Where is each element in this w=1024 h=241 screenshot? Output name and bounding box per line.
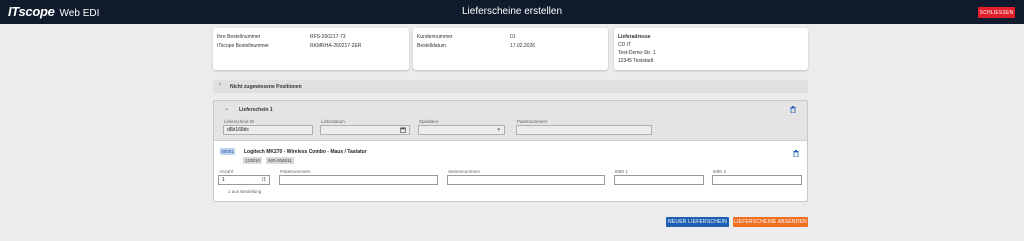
order-date-value: 17.02.2026 — [510, 43, 536, 49]
delivery-id-input[interactable]: d6b168dc — [223, 125, 313, 135]
carrier-select[interactable]: ▾ — [418, 125, 505, 135]
position-number-badge: 00001 — [220, 148, 235, 155]
serial-numbers-label: Seriennummern — [448, 169, 481, 174]
order-date-label: Bestelldatum — [417, 43, 446, 49]
imei1-label: IMEI 1 — [615, 169, 629, 174]
delivery-date-input[interactable] — [320, 125, 410, 135]
product-chip: 920-004511 — [266, 157, 294, 164]
chevron-down-icon[interactable]: ⌄ — [224, 105, 229, 112]
address-heading: Lieferadresse — [618, 34, 651, 40]
send-delivery-notes-button[interactable]: LIEFERSCHEINE ABSENDEN — [733, 217, 808, 227]
chevron-right-icon: › — [219, 82, 221, 88]
quantity-label: Anzahl — [219, 169, 233, 174]
quantity-value: 1 — [222, 177, 225, 183]
customer-number-label: Kundennummer — [417, 34, 453, 40]
trash-icon[interactable] — [790, 106, 796, 113]
quantity-input[interactable]: 1 /1 — [218, 175, 270, 185]
itscope-order-number-label: ITscope Bestellnummer — [217, 43, 269, 49]
new-delivery-note-button[interactable]: NEUER LIEFERSCHEIN — [666, 217, 729, 227]
order-number-value: RFS-260217-73 — [310, 34, 346, 40]
delivery-date-label: Lieferdatum — [321, 119, 345, 124]
imei2-input[interactable] — [712, 175, 802, 185]
address-line: 12345 Teststadt — [618, 58, 654, 64]
delivery-id-label: Lieferschein-ID — [224, 119, 255, 124]
delivery-note-header: ⌄ Lieferschein 1 Lieferschein-ID d6b168d… — [214, 101, 807, 141]
package-numbers-label: Paketnummern — [517, 119, 548, 124]
customer-number-value: 01 — [510, 34, 516, 40]
page-title: Lieferscheine erstellen — [461, 6, 563, 17]
chevron-down-icon: ▾ — [497, 127, 500, 133]
trash-icon[interactable] — [793, 150, 799, 157]
order-info-card: Ihre Bestellnummer RFS-260217-73 ITscope… — [213, 28, 409, 70]
unassigned-positions-label: Nicht zugewiesene Positionen — [230, 84, 302, 90]
unassigned-positions-toggle[interactable]: › Nicht zugewiesene Positionen — [213, 80, 808, 93]
address-line: Test-Demo-Str. 1 — [618, 50, 656, 56]
package-numbers-input[interactable] — [516, 125, 652, 135]
carrier-label: Spediteur — [419, 119, 439, 124]
address-line: CD IT — [618, 42, 632, 48]
close-button[interactable]: SCHLIESSEN — [978, 7, 1015, 18]
itscope-order-number-value: RKMRHA-260217-2ER — [310, 43, 362, 49]
position-package-numbers-label: Paketnummern — [280, 169, 311, 174]
product-chip: 123010 — [243, 157, 263, 164]
quantity-hint: 1 aus Bestellung — [228, 189, 262, 194]
order-number-label: Ihre Bestellnummer — [217, 34, 261, 40]
calendar-icon[interactable] — [400, 127, 406, 136]
delivery-note-title: Lieferschein 1 — [239, 107, 273, 113]
customer-info-card: Kundennummer 01 Bestelldatum 17.02.2026 — [413, 28, 608, 70]
imei1-input[interactable] — [614, 175, 704, 185]
imei2-label: IMEI 2 — [713, 169, 727, 174]
quantity-max: /1 — [261, 177, 266, 183]
position-package-numbers-input[interactable] — [279, 175, 438, 185]
delivery-address-card: Lieferadresse CD IT Test-Demo-Str. 1 123… — [614, 28, 808, 70]
app-header: ITscope Web EDI Lieferscheine erstellen … — [0, 0, 1024, 24]
serial-numbers-input[interactable] — [447, 175, 605, 185]
product-name: Logitech MK270 - Wireless Combo - Maus /… — [244, 149, 367, 155]
